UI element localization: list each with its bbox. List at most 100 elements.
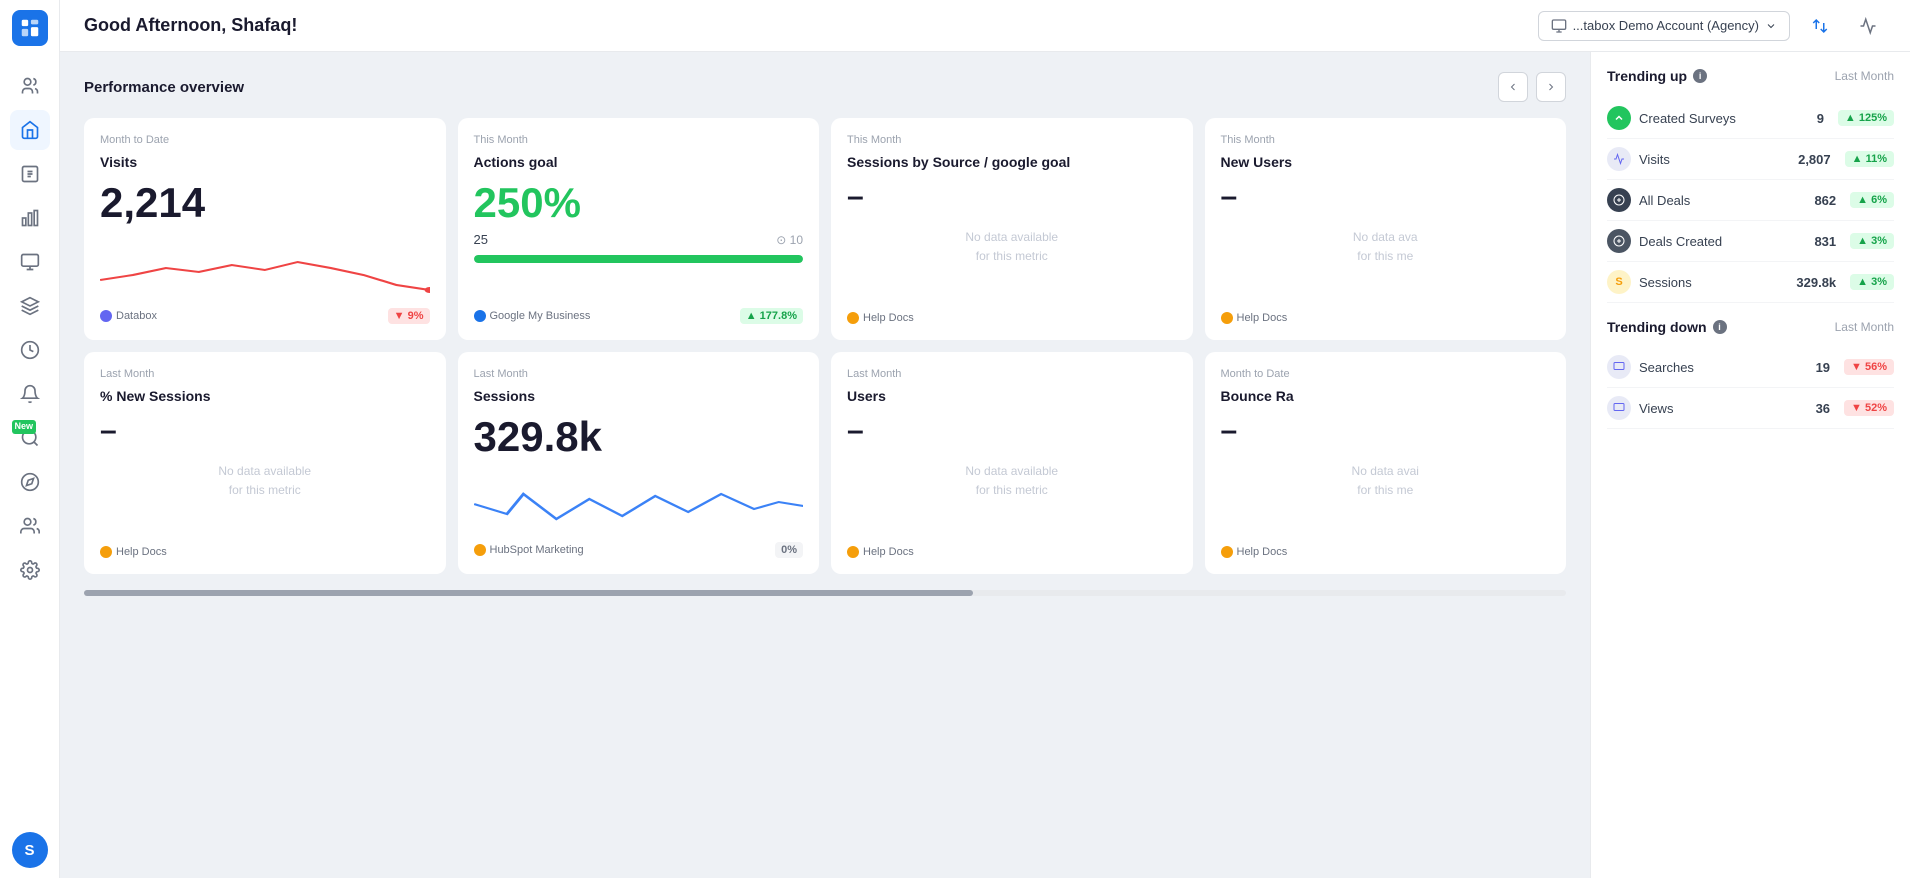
trending-badge: ▲ 125% [1838,110,1894,126]
card-period: This Month [474,134,804,146]
right-sidebar: Trending up i Last Month Created Surveys… [1590,52,1910,878]
trending-badge: ▲ 3% [1850,274,1894,290]
scrollbar-thumb [84,590,973,596]
chevron-down-icon [1765,20,1777,32]
card-source: Help Docs [1221,312,1288,324]
performance-header: Performance overview [84,72,1566,102]
no-data: No data availablefor this metric [847,462,1177,500]
cards-grid: Month to Date Visits 2,214 Databox [84,118,1566,574]
trending-name: Created Surveys [1639,111,1809,126]
source-label: Help Docs [116,546,167,558]
card-source: Help Docs [847,312,914,324]
sort-icon-btn[interactable] [1802,8,1838,44]
card-value: – [847,416,1177,446]
account-selector[interactable]: ...tabox Demo Account (Agency) [1538,11,1790,41]
performance-title: Performance overview [84,79,244,96]
card-title: Bounce Ra [1221,388,1551,404]
card-bounce-rate: Month to Date Bounce Ra – No data avaifo… [1205,352,1567,574]
new-badge: New [12,420,37,434]
card-source: Google My Business [474,310,591,322]
sparkline [474,474,804,534]
card-source: HubSpot Marketing [474,544,584,556]
sidebar-item-bell[interactable] [10,374,50,414]
source-label: Help Docs [863,546,914,558]
trending-icon [1607,106,1631,130]
sidebar-item-users[interactable] [10,66,50,106]
goal-row: 25 ⊙ 10 [474,232,804,247]
card-title: New Users [1221,154,1551,170]
topbar-right: ...tabox Demo Account (Agency) [1538,8,1886,44]
sidebar-item-settings[interactable] [10,550,50,590]
card-visits: Month to Date Visits 2,214 Databox [84,118,446,340]
source-dot [100,546,112,558]
greeting: Good Afternoon, Shafaq! [84,15,297,36]
source-dot [847,312,859,324]
topbar: Good Afternoon, Shafaq! ...tabox Demo Ac… [60,0,1910,52]
card-period: Month to Date [100,134,430,146]
sparkline [100,240,430,300]
trending-value: 329.8k [1796,275,1836,290]
trending-name: Sessions [1639,275,1788,290]
sidebar-item-layers[interactable] [10,286,50,326]
trending-badge: ▼ 56% [1844,359,1894,375]
app-logo[interactable] [12,10,48,46]
trending-row-all-deals: All Deals 862 ▲ 6% [1607,180,1894,221]
card-title: Visits [100,154,430,170]
card-footer: Help Docs [1221,546,1551,558]
trending-row-searches: Searches 19 ▼ 56% [1607,347,1894,388]
card-title: Users [847,388,1177,404]
trending-value: 9 [1817,111,1824,126]
no-data: No data availablefor this metric [847,228,1177,266]
no-data: No data avaifor this me [1221,462,1551,500]
sidebar-item-home[interactable] [10,110,50,150]
trending-name: Visits [1639,152,1790,167]
sidebar-item-clock[interactable] [10,330,50,370]
source-label: Databox [116,310,157,322]
progress-bar [474,255,804,263]
trending-badge: ▼ 52% [1844,400,1894,416]
source-dot [847,546,859,558]
trending-row-visits: Visits 2,807 ▲ 11% [1607,139,1894,180]
trending-value: 2,807 [1798,152,1831,167]
trending-row-deals-created: Deals Created 831 ▲ 3% [1607,221,1894,262]
progress-fill [474,255,804,263]
trending-icon [1607,355,1631,379]
source-label: Help Docs [1237,312,1288,324]
dashboard-main: Performance overview [60,52,1590,878]
sidebar-item-compass[interactable] [10,462,50,502]
sidebar-item-bar-chart[interactable] [10,198,50,238]
trending-row-sessions: S Sessions 329.8k ▲ 3% [1607,262,1894,303]
source-dot [474,544,486,556]
trending-icon [1607,396,1631,420]
source-dot [100,310,112,322]
nav-arrows [1498,72,1566,102]
user-avatar[interactable]: S [12,832,48,868]
trending-icon: S [1607,270,1631,294]
sidebar-item-search-new[interactable]: New [10,418,50,458]
card-footer: Databox ▼ 9% [100,308,430,324]
sidebar-item-team[interactable] [10,506,50,546]
card-footer: Help Docs [847,312,1177,324]
trending-value: 862 [1814,193,1836,208]
card-source: Help Docs [100,546,167,558]
trending-badge: ▲ 6% [1850,192,1894,208]
prev-arrow[interactable] [1498,72,1528,102]
trending-down-title: Trending down i [1607,319,1727,335]
sidebar-item-play[interactable] [10,242,50,282]
sidebar-item-numeric[interactable] [10,154,50,194]
activity-icon-btn[interactable] [1850,8,1886,44]
trending-up-header: Trending up i Last Month [1607,68,1894,84]
goal-target: ⊙ 10 [776,233,803,247]
card-value: – [1221,182,1551,212]
trending-up-title: Trending up i [1607,68,1707,84]
trend-badge: ▼ 9% [388,308,430,324]
trending-value: 831 [1814,234,1836,249]
card-value: – [1221,416,1551,446]
trending-down-period: Last Month [1835,320,1894,334]
trend-badge: 0% [775,542,803,558]
no-data: No data availablefor this metric [100,462,430,500]
card-users: Last Month Users – No data availablefor … [831,352,1193,574]
next-arrow[interactable] [1536,72,1566,102]
scrollbar[interactable] [84,590,1566,596]
card-source: Help Docs [847,546,914,558]
